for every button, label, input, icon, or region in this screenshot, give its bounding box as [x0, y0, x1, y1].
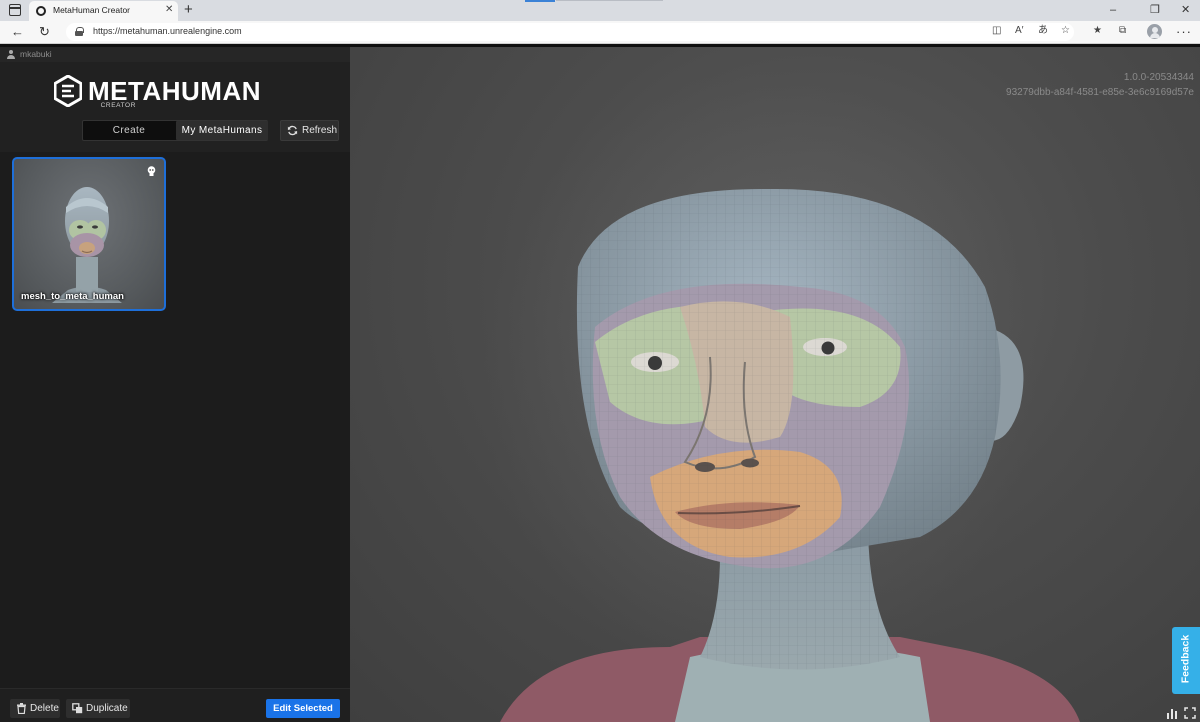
translate-icon[interactable]: あ	[1038, 25, 1048, 37]
url-text: https://metahuman.unrealengine.com	[93, 26, 242, 36]
metahuman-favicon-icon	[36, 6, 46, 16]
browser-tab-bar: MetaHuman Creator ✕ + – ❐ ✕	[0, 0, 1200, 21]
add-favorite-icon[interactable]: ☆	[1061, 25, 1070, 37]
tab-close-icon[interactable]: ✕	[165, 4, 173, 16]
delete-button[interactable]: Delete	[10, 699, 60, 718]
panel-footer: Delete Duplicate Edit Selected	[0, 688, 350, 722]
metahuman-name: mesh_to_meta_human	[21, 291, 124, 302]
metahuman-thumbnail	[52, 187, 122, 303]
username: mkabuki	[20, 49, 52, 59]
viewport-3d[interactable]: 1.0.0-20534344 93279dbb-a84f-4581-e85e-3…	[350, 47, 1200, 722]
edit-selected-button[interactable]: Edit Selected	[266, 699, 340, 718]
duplicate-label: Duplicate	[86, 703, 128, 714]
trash-icon	[17, 703, 26, 714]
user-icon	[7, 50, 15, 59]
favorites-icon[interactable]: ★	[1093, 25, 1102, 37]
profile-avatar-icon[interactable]	[1147, 24, 1162, 39]
feedback-label: Feedback	[1179, 634, 1192, 684]
minimize-icon[interactable]: –	[1110, 3, 1116, 17]
refresh-label: Refresh	[302, 125, 338, 136]
metahuman-grid: mesh_to_meta_human	[0, 152, 350, 688]
feedback-button[interactable]: Feedback	[1172, 627, 1200, 694]
new-tab-icon[interactable]: +	[184, 1, 193, 18]
tab-title: MetaHuman Creator	[53, 5, 131, 15]
metahuman-head-render	[500, 188, 1080, 722]
build-hash: 93279dbb-a84f-4581-e85e-3e6c9169d57e	[1006, 87, 1194, 98]
logo-text: METAHUMAN	[88, 76, 261, 106]
lock-icon[interactable]	[75, 27, 84, 36]
delete-label: Delete	[30, 703, 59, 714]
tab-my-metahumans[interactable]: My MetaHumans	[176, 121, 268, 140]
logo-subtext: CREATOR	[100, 102, 136, 109]
read-aloud-icon[interactable]: A′	[1015, 25, 1024, 37]
reading-view-icon[interactable]: ◫	[992, 25, 1001, 37]
duplicate-button[interactable]: Duplicate	[66, 699, 130, 718]
window-close-icon[interactable]: ✕	[1181, 3, 1190, 17]
refresh-icon	[287, 125, 298, 136]
tab-strip-divider	[556, 0, 663, 1]
user-bar: mkabuki	[0, 47, 350, 62]
tab-create[interactable]: Create	[83, 121, 175, 140]
back-arrow-icon[interactable]: ←	[11, 24, 24, 39]
more-options-icon[interactable]: ···	[1176, 24, 1192, 39]
metahuman-logo-icon	[54, 75, 82, 107]
stats-icon[interactable]	[1166, 707, 1178, 719]
fullscreen-icon[interactable]	[1184, 707, 1196, 719]
left-panel: mkabuki METAHUMAN CREATOR Create My Meta…	[0, 47, 350, 722]
metahuman-card[interactable]: mesh_to_meta_human	[12, 157, 166, 311]
view-tab-group: Create My MetaHumans	[82, 120, 268, 141]
unreal-sync-badge-icon	[147, 166, 156, 176]
version-number: 1.0.0-20534344	[1123, 72, 1194, 83]
browser-address-bar: ← ↻ https://metahuman.unrealengine.com ◫…	[0, 21, 1200, 44]
reload-icon[interactable]: ↻	[39, 24, 50, 39]
tab-strip-indicator	[525, 0, 555, 2]
restore-icon[interactable]: ❐	[1150, 3, 1160, 17]
build-info: 1.0.0-20534344 93279dbb-a84f-4581-e85e-3…	[1006, 70, 1194, 100]
app-header: METAHUMAN CREATOR Create My MetaHumans R…	[0, 62, 350, 152]
browser-tab-metahuman[interactable]: MetaHuman Creator ✕	[29, 1, 178, 21]
url-field[interactable]: https://metahuman.unrealengine.com	[66, 23, 1074, 41]
collections-icon[interactable]: ⧉	[1119, 25, 1126, 37]
tab-actions-icon[interactable]	[9, 4, 21, 16]
duplicate-icon	[72, 703, 83, 714]
refresh-button[interactable]: Refresh	[280, 120, 339, 141]
